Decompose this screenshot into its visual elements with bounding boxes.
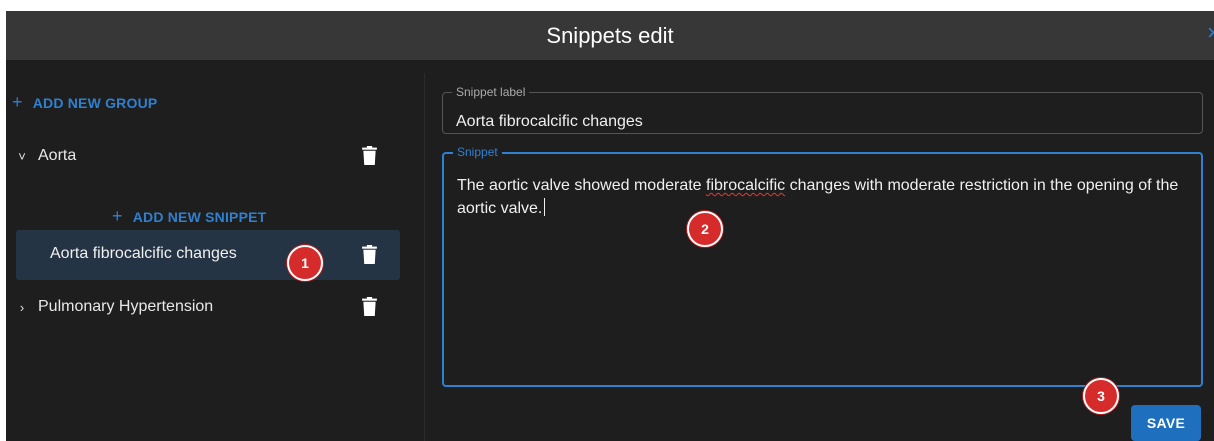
chevron-down-icon[interactable]: ˅: [14, 149, 30, 164]
panel-divider: [424, 73, 425, 441]
trash-icon[interactable]: [362, 146, 377, 165]
snippet-text-field[interactable]: Snippet The aortic valve showed moderate…: [442, 145, 1203, 387]
plus-icon: +: [112, 206, 123, 226]
add-new-group-label: ADD NEW GROUP: [32, 94, 158, 111]
snippet-field-label: Snippet: [453, 145, 502, 159]
misspelled-word: fibrocalcific: [706, 177, 786, 194]
group-list-panel: + ADD NEW GROUP ˅ Aorta + ADD NEW SNIPPE…: [6, 60, 424, 441]
snippet-label-value[interactable]: Aorta fibrocalcific changes: [456, 113, 643, 131]
snippet-item-aorta-fibrocalcific[interactable]: Aorta fibrocalcific changes: [16, 230, 400, 280]
close-icon[interactable]: ×: [1207, 21, 1214, 45]
snippet-text-part: The aortic valve showed moderate: [457, 177, 707, 194]
step-marker-1: 1: [287, 245, 323, 281]
add-new-snippet-button[interactable]: + ADD NEW SNIPPET: [112, 206, 266, 227]
snippet-label-field-label: Snippet label: [452, 85, 530, 99]
plus-icon: +: [12, 92, 23, 112]
text-caret: [544, 198, 546, 216]
snippet-item-label: Aorta fibrocalcific changes: [50, 245, 237, 262]
group-row-aorta[interactable]: ˅ Aorta: [6, 132, 424, 180]
add-new-group-button[interactable]: + ADD NEW GROUP: [12, 92, 157, 113]
snippets-dialog: Snippets edit × + ADD NEW GROUP ˅ Aorta …: [6, 11, 1214, 441]
dialog-titlebar: Snippets edit ×: [6, 11, 1214, 60]
group-label: Aorta: [38, 147, 77, 164]
group-row-pulmonary-hypertension[interactable]: › Pulmonary Hypertension: [6, 283, 424, 331]
step-marker-2: 2: [687, 211, 723, 247]
save-button[interactable]: SAVE: [1131, 405, 1201, 441]
trash-icon[interactable]: [362, 297, 377, 316]
snippet-label-field[interactable]: Snippet label Aorta fibrocalcific change…: [442, 85, 1203, 134]
dialog-title: Snippets edit: [546, 22, 674, 48]
chevron-right-icon[interactable]: ›: [14, 300, 30, 315]
add-new-snippet-label: ADD NEW SNIPPET: [132, 208, 267, 225]
step-marker-3: 3: [1083, 378, 1119, 414]
trash-icon[interactable]: [362, 245, 377, 264]
group-label: Pulmonary Hypertension: [38, 298, 214, 315]
snippet-textarea[interactable]: The aortic valve showed moderate fibroca…: [457, 174, 1187, 220]
